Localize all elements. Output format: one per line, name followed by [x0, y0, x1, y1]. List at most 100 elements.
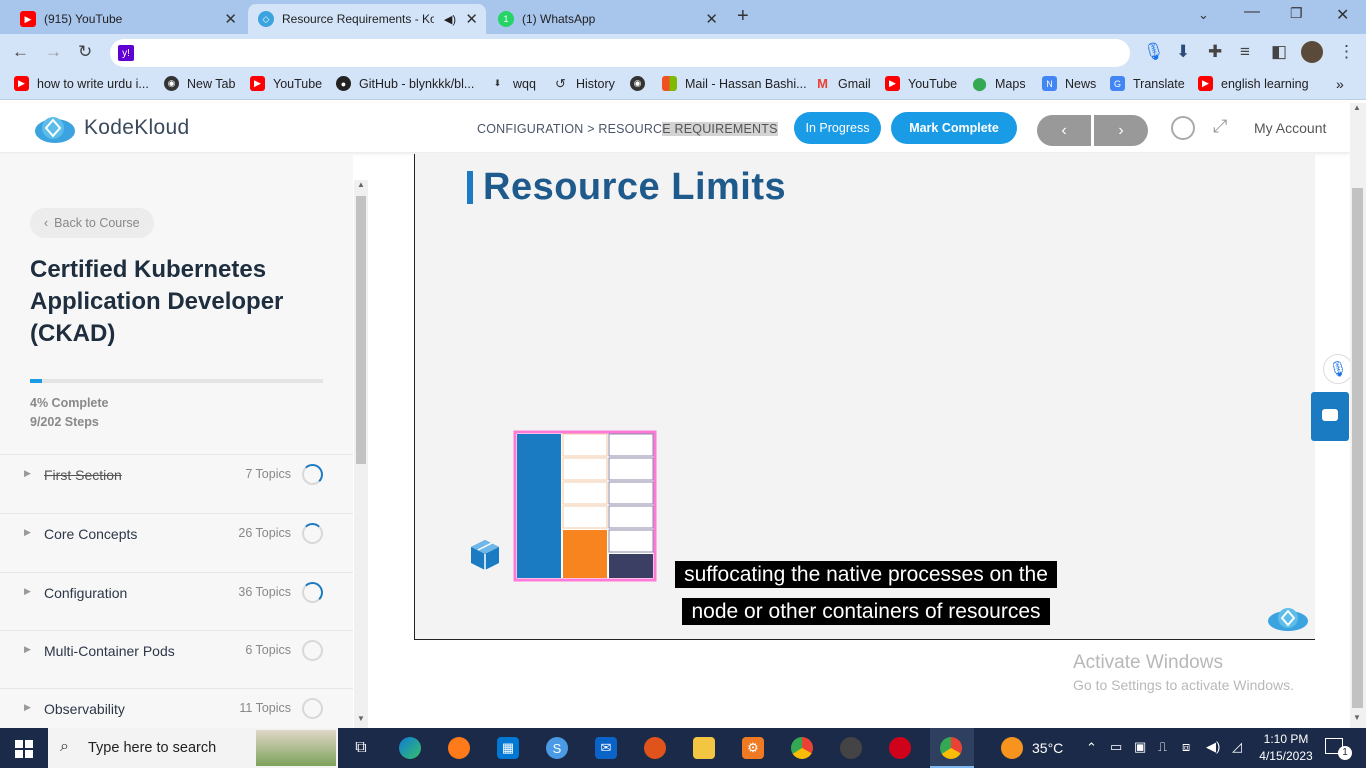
store-icon[interactable]: ▦ — [497, 737, 519, 759]
bookmark-item[interactable]: ● GitHub - blynkkk/bl... — [336, 76, 474, 91]
bookmark-item[interactable]: ↺ History — [553, 76, 615, 91]
bookmark-item[interactable]: ⬇ wqq — [490, 76, 536, 91]
previous-lesson-button[interactable]: ‹ — [1037, 115, 1091, 146]
scrollbar-thumb[interactable] — [1352, 188, 1363, 708]
edge-icon[interactable] — [399, 737, 421, 759]
video-player[interactable]: Resource Limits suffocating the native p… — [414, 154, 1315, 640]
obs-icon[interactable] — [840, 737, 862, 759]
bookmark-item[interactable]: ▶ YouTube — [250, 76, 322, 91]
reading-list-icon[interactable]: ≡ — [1240, 42, 1250, 62]
close-tab-icon[interactable]: ✕ — [465, 10, 478, 28]
section-first-section[interactable]: ▶ First Section 7 Topics — [0, 454, 353, 494]
section-configuration[interactable]: ▶ Configuration 36 Topics — [0, 572, 353, 612]
dark-mode-icon[interactable] — [1171, 116, 1195, 140]
scroll-up-icon[interactable]: ▲ — [357, 180, 365, 189]
scroll-up-icon[interactable]: ▲ — [1353, 103, 1361, 112]
skype-icon[interactable]: S — [546, 737, 568, 759]
breadcrumb-highlight: E REQUIREMENTS — [662, 122, 778, 136]
speaker-icon[interactable]: ◀) — [444, 13, 456, 26]
bookmark-item[interactable]: ◉ New Tab — [164, 76, 235, 91]
my-account-link[interactable]: My Account — [1254, 120, 1326, 136]
battery-icon[interactable]: ▭ — [1110, 739, 1122, 755]
windows-start-icon[interactable] — [15, 740, 33, 758]
logo-text[interactable]: KodeKloud — [84, 116, 189, 140]
next-lesson-button[interactable]: › — [1094, 115, 1148, 146]
weather-sun-icon[interactable] — [1001, 737, 1023, 759]
more-bookmarks-icon[interactable]: » — [1336, 76, 1344, 92]
bookmark-item[interactable]: ▶ english learning — [1198, 76, 1309, 91]
mail-icon[interactable]: ✉ — [595, 737, 617, 759]
tab-youtube[interactable]: ▶ (915) YouTube ✕ — [10, 4, 245, 34]
bookmark-item[interactable]: ◉ — [630, 76, 653, 91]
taskbar-search-box[interactable]: ⌕ Type here to search — [48, 728, 338, 768]
youtube-icon: ▶ — [20, 11, 36, 27]
opera-icon[interactable] — [889, 737, 911, 759]
steps-text: 9/202 Steps — [30, 415, 99, 429]
in-progress-badge[interactable]: In Progress — [794, 112, 881, 144]
back-arrow-icon[interactable]: ← — [12, 42, 29, 62]
tray-chevron-icon[interactable]: ⌃ — [1086, 740, 1097, 756]
close-tab-icon[interactable]: ✕ — [224, 10, 237, 28]
bookmark-item[interactable]: ⬤ Maps — [972, 76, 1025, 91]
clock-time[interactable]: 1:10 PM — [1261, 732, 1311, 746]
section-multi-container-pods[interactable]: ▶ Multi-Container Pods 6 Topics — [0, 630, 353, 670]
activate-windows-subtitle: Go to Settings to activate Windows. — [1073, 677, 1294, 693]
download-extension-icon[interactable]: ⬇ — [1176, 42, 1190, 62]
side-panel-icon[interactable]: ◧ — [1271, 42, 1287, 62]
microphone-icon[interactable]: 🎙 — [1143, 42, 1165, 62]
reload-icon[interactable]: ↻ — [78, 42, 92, 62]
extensions-icon[interactable]: ✚ — [1208, 42, 1222, 62]
bookmark-item[interactable]: G Translate — [1110, 76, 1185, 91]
temperature[interactable]: 35°C — [1032, 740, 1063, 756]
firefox-icon[interactable] — [448, 737, 470, 759]
tab-whatsapp[interactable]: 1 (1) WhatsApp ✕ — [488, 4, 726, 34]
settings-app-icon[interactable]: ⚙ — [742, 737, 764, 759]
bookmark-label: YouTube — [273, 76, 323, 91]
bookmark-item[interactable]: N News — [1042, 76, 1096, 91]
volume-icon[interactable]: ◀) — [1206, 739, 1220, 755]
file-explorer-icon[interactable] — [693, 737, 715, 759]
globe-icon: ◉ — [164, 76, 179, 91]
bookmark-item[interactable]: Mail - Hassan Bashi... — [662, 76, 807, 91]
restore-icon[interactable]: ❐ — [1290, 5, 1303, 22]
address-bar[interactable]: y! — [110, 39, 1130, 67]
bookmark-item[interactable]: ▶ YouTube — [885, 76, 957, 91]
chrome-icon[interactable] — [791, 737, 813, 759]
chrome-active-taskbar-item[interactable] — [930, 728, 974, 768]
forward-arrow-icon[interactable]: → — [45, 42, 62, 62]
network-device-icon[interactable]: ▣ — [1134, 739, 1146, 755]
scrollbar-thumb[interactable] — [356, 196, 366, 464]
back-to-course-button[interactable]: ‹ Back to Course — [30, 208, 154, 238]
progress-ring-icon — [302, 464, 323, 485]
wifi-icon[interactable]: ◿ — [1232, 739, 1242, 755]
chat-button[interactable] — [1311, 392, 1349, 441]
menu-icon[interactable]: ⋮ — [1338, 42, 1355, 62]
chat-bubble-icon — [1322, 409, 1338, 421]
profile-avatar[interactable] — [1301, 41, 1323, 63]
mark-complete-button[interactable]: Mark Complete — [891, 112, 1017, 144]
scroll-down-icon[interactable]: ▼ — [1353, 713, 1361, 722]
clock-date[interactable]: 4/15/2023 — [1255, 749, 1317, 763]
kodekloud-logo-icon[interactable] — [34, 114, 76, 144]
page-scrollbar[interactable]: ▲ ▼ — [1350, 103, 1366, 728]
section-observability[interactable]: ▶ Observability 11 Topics — [0, 688, 353, 728]
fullscreen-icon[interactable]: ⤢ — [1213, 116, 1227, 137]
course-progress-bar — [30, 379, 323, 383]
voice-input-icon[interactable]: 🎙 — [1323, 354, 1353, 384]
section-core-concepts[interactable]: ▶ Core Concepts 26 Topics — [0, 513, 353, 553]
usb-icon[interactable]: ⎍ — [1158, 739, 1167, 755]
minimize-icon[interactable]: — — [1244, 3, 1260, 21]
display-icon[interactable]: ⧈ — [1182, 739, 1190, 755]
scroll-down-icon[interactable]: ▼ — [357, 714, 365, 723]
bookmark-item[interactable]: M Gmail — [815, 76, 871, 91]
new-tab-icon[interactable]: + — [737, 5, 749, 28]
sidebar-scrollbar[interactable]: ▲ ▼ — [354, 180, 368, 728]
bookmark-item[interactable]: ▶ how to write urdu i... — [14, 76, 149, 91]
close-tab-icon[interactable]: ✕ — [705, 10, 718, 28]
app-icon[interactable] — [644, 737, 666, 759]
tab-resource-requirements[interactable]: ◇ Resource Requirements - Ko ◀) ✕ — [248, 4, 486, 34]
tab-search-icon[interactable]: ⌄ — [1198, 7, 1209, 23]
task-view-icon[interactable]: ⧉ — [350, 737, 372, 759]
search-highlight-image — [256, 730, 336, 766]
close-window-icon[interactable]: ✕ — [1336, 5, 1349, 25]
